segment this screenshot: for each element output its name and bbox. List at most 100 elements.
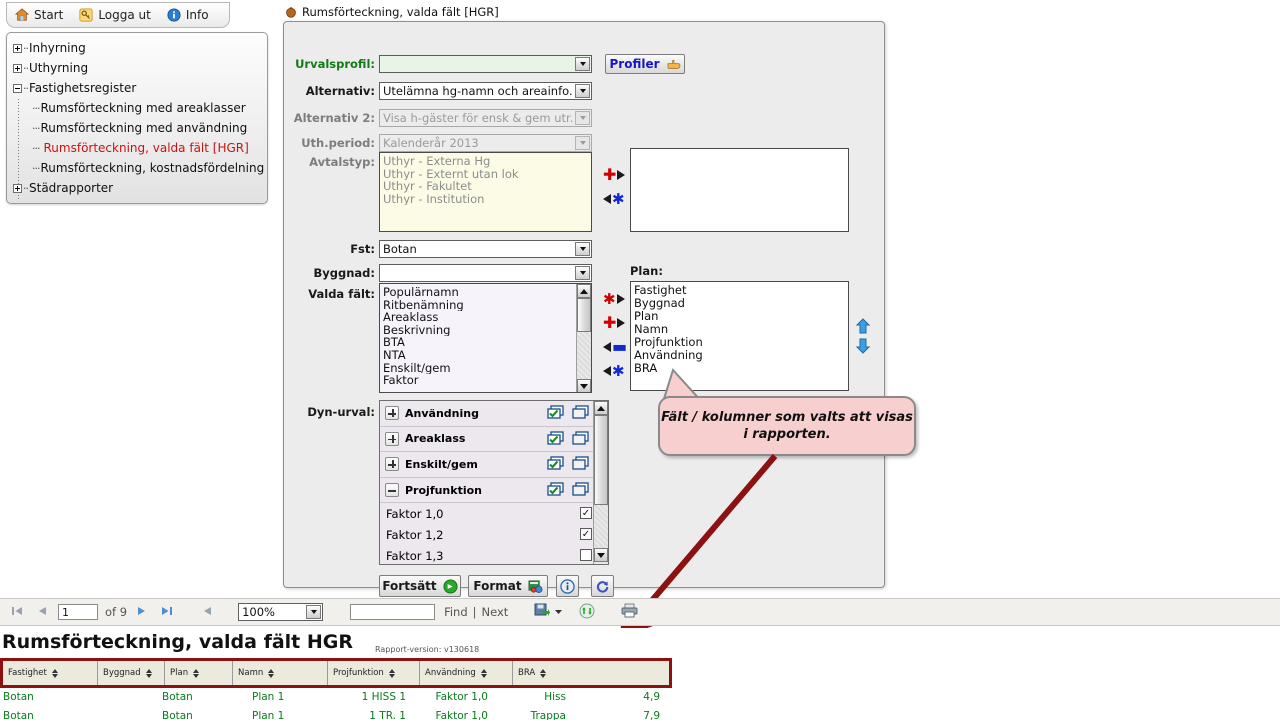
reset-button[interactable] <box>591 575 614 597</box>
chevron-down-icon[interactable] <box>575 266 590 280</box>
column-header-plan[interactable]: Plan <box>165 661 233 685</box>
avtalstyp-add-button[interactable]: ✚ <box>603 167 626 183</box>
page-number-input[interactable]: 1 <box>58 604 98 620</box>
sidebar-item-rumsforteckning-valda-falt[interactable]: ··· Rumsförteckning, valda fält [HGR] <box>13 138 267 158</box>
remove-all-fields-button[interactable]: ✱ <box>603 363 625 378</box>
first-page-icon[interactable] <box>10 604 24 621</box>
add-all-fields-button[interactable]: ✱ <box>603 291 625 306</box>
valda-falt-available-list[interactable]: Populärnamn Ritbenämning Areaklass Beskr… <box>379 283 592 393</box>
scroll-down-button[interactable] <box>594 548 608 562</box>
deselect-all-icon[interactable] <box>572 456 590 471</box>
sidebar-item-rumsforteckning-anvandning[interactable]: ··· Rumsförteckning med användning <box>13 118 267 138</box>
scroll-track[interactable] <box>577 332 591 379</box>
avtalstyp-remove-button[interactable]: ✱ <box>603 191 625 206</box>
list-item[interactable]: Ritbenämning <box>383 299 591 312</box>
list-item[interactable]: Beskrivning <box>383 324 591 337</box>
list-item[interactable]: Uthyr - Externa Hg <box>383 155 591 168</box>
list-item[interactable]: Namn <box>634 323 848 336</box>
list-item[interactable]: Byggnad <box>634 297 848 310</box>
info-button[interactable] <box>556 575 579 597</box>
scroll-thumb[interactable] <box>594 415 608 505</box>
fst-select[interactable]: Botan <box>379 240 592 258</box>
chevron-down-icon[interactable] <box>575 242 590 256</box>
collapse-minus-icon[interactable] <box>385 483 399 498</box>
select-all-icon[interactable] <box>547 430 565 446</box>
sidebar-item-rumsforteckning-areaklasser[interactable]: ··· Rumsförteckning med areaklasser <box>13 98 267 118</box>
next-button[interactable]: Next <box>482 605 509 619</box>
dyn-group-areaklass[interactable]: Areaklass <box>380 427 608 453</box>
table-row[interactable]: Botan Botan Plan 1 1 TR. 1 Faktor 1,0 Tr… <box>0 710 680 720</box>
profiler-button[interactable]: Profiler <box>605 54 685 74</box>
dyn-item-faktor-10[interactable]: Faktor 1,0 ✓ <box>380 503 608 524</box>
available-list-scrollbar[interactable] <box>576 284 591 392</box>
dyn-group-enskilt-gem[interactable]: Enskilt/gem <box>380 452 608 478</box>
checkbox-checked[interactable]: ✓ <box>580 507 592 520</box>
select-all-icon[interactable] <box>547 405 565 420</box>
sidebar-item-inhyrning[interactable]: ·· Inhyrning <box>13 38 267 58</box>
dyn-group-anvandning[interactable]: Användning <box>380 401 608 427</box>
chevron-down-icon[interactable] <box>575 57 590 71</box>
dyn-item-faktor-13[interactable]: Faktor 1,3 <box>380 545 608 564</box>
list-item[interactable]: NTA <box>383 349 591 362</box>
sidebar-item-uthyrning[interactable]: ·· Uthyrning <box>13 58 267 78</box>
list-item[interactable]: BRA <box>634 362 848 375</box>
column-header-byggnad[interactable]: Byggnad <box>98 661 165 685</box>
list-item[interactable]: Populärnamn <box>383 286 591 299</box>
expand-plus-icon[interactable] <box>13 43 22 53</box>
sidebar-item-rumsforteckning-kostnadsfordelning[interactable]: ··· Rumsförteckning, kostnadsfördelning <box>13 158 267 178</box>
chevron-down-icon[interactable] <box>575 84 590 98</box>
expand-plus-icon[interactable] <box>13 63 22 73</box>
checkbox-checked[interactable]: ✓ <box>580 528 592 541</box>
valda-falt-selected-list[interactable]: Fastighet Byggnad Plan Namn Projfunktion… <box>630 281 849 391</box>
sidebar-item-fastighetsregister[interactable]: ·· Fastighetsregister <box>13 78 267 98</box>
dyn-urval-panel[interactable]: Användning Areaklass Enskilt/gem Projfun… <box>379 400 609 565</box>
list-item[interactable]: Plan <box>634 310 848 323</box>
zoom-select[interactable]: 100% <box>238 603 324 621</box>
deselect-all-icon[interactable] <box>572 430 590 446</box>
select-all-icon[interactable] <box>547 456 565 471</box>
sort-toggle-icon[interactable] <box>540 668 547 678</box>
scroll-track[interactable] <box>594 505 608 548</box>
column-header-fastighet[interactable]: Fastighet <box>3 661 98 685</box>
sidebar-item-stadrapporter[interactable]: ·· Städrapporter <box>13 178 267 198</box>
alternativ-select[interactable]: Utelämna hg-namn och areainfo. <box>379 82 592 100</box>
list-item[interactable]: Enskilt/gem <box>383 362 591 375</box>
dyn-item-faktor-12[interactable]: Faktor 1,2 ✓ <box>380 524 608 545</box>
table-row[interactable]: Botan Botan Plan 1 1 HISS 1 Faktor 1,0 H… <box>0 691 680 709</box>
list-item[interactable]: Areaklass <box>383 311 591 324</box>
scroll-thumb[interactable] <box>577 298 591 332</box>
expand-plus-icon[interactable] <box>385 431 399 446</box>
column-header-bra[interactable]: BRA <box>513 661 573 685</box>
back-icon[interactable] <box>201 604 213 621</box>
column-header-anvandning[interactable]: Användning <box>420 661 513 685</box>
print-icon[interactable] <box>621 603 638 621</box>
continue-button[interactable]: Fortsätt <box>379 575 461 597</box>
chevron-down-icon[interactable] <box>306 605 322 619</box>
dyn-urval-scrollbar[interactable] <box>593 401 608 564</box>
expand-plus-icon[interactable] <box>13 183 22 193</box>
deselect-all-icon[interactable] <box>572 482 590 497</box>
list-item[interactable]: Faktor <box>383 374 591 387</box>
column-header-namn[interactable]: Namn <box>233 661 328 685</box>
column-header-projfunktion[interactable]: Projfunktion <box>328 661 420 685</box>
scroll-up-button[interactable] <box>577 284 591 298</box>
list-item[interactable]: Fastighet <box>634 284 848 297</box>
taskbar-item-start[interactable]: Start <box>14 8 63 22</box>
scroll-down-button[interactable] <box>577 379 591 392</box>
last-page-icon[interactable] <box>160 604 174 621</box>
list-item[interactable]: Uthyr - Externt utan lok <box>383 168 591 181</box>
sort-toggle-icon[interactable] <box>388 668 395 678</box>
search-input[interactable] <box>350 604 436 620</box>
list-item[interactable]: Användning <box>634 349 848 362</box>
expand-plus-icon[interactable] <box>385 457 399 472</box>
byggnad-select[interactable] <box>379 264 592 282</box>
sort-toggle-icon[interactable] <box>268 668 275 678</box>
taskbar-item-info[interactable]: Info <box>167 8 209 22</box>
select-all-icon[interactable] <box>547 482 565 497</box>
list-item[interactable]: Uthyr - Institution <box>383 193 591 206</box>
dyn-group-projfunktion[interactable]: Projfunktion <box>380 478 608 504</box>
sort-toggle-icon[interactable] <box>51 668 58 678</box>
list-item[interactable]: Projfunktion <box>634 336 848 349</box>
next-page-icon[interactable] <box>136 604 148 621</box>
remove-selected-field-button[interactable]: ▬ <box>603 339 627 355</box>
